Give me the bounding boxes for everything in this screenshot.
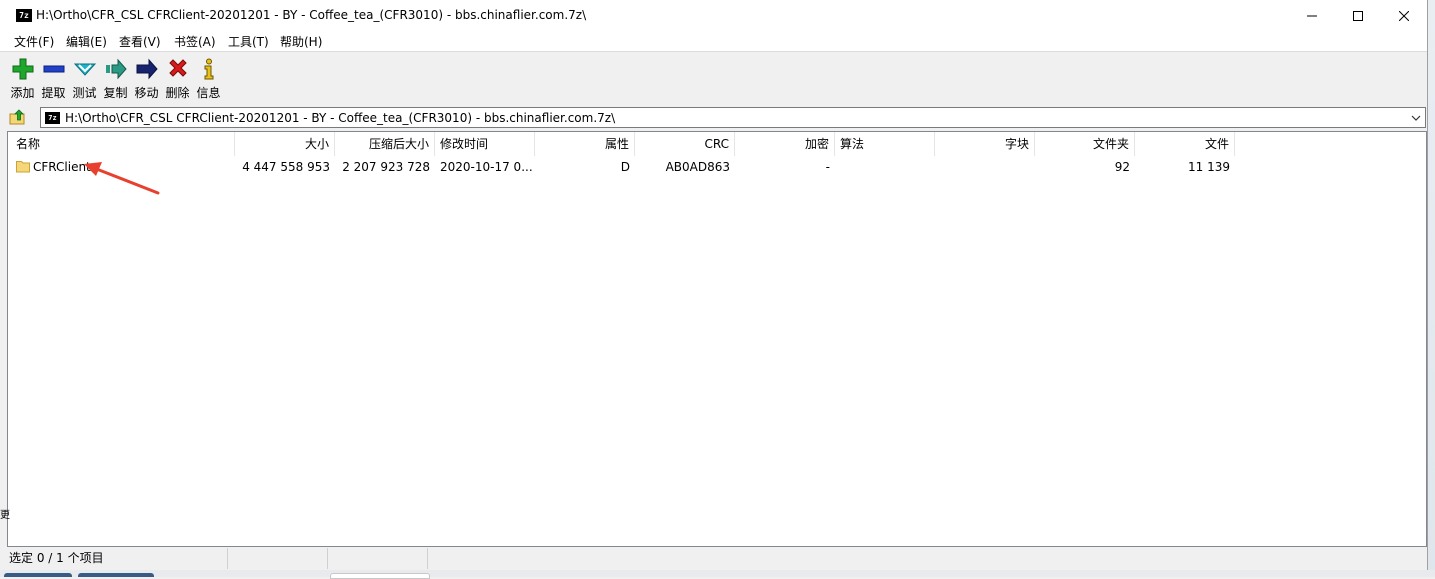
copy-label: 复制 — [103, 86, 128, 100]
plus-icon — [12, 58, 33, 80]
copy-arrow-icon — [105, 58, 127, 80]
menu-view[interactable]: 查看(V) — [119, 33, 161, 50]
status-size — [228, 548, 328, 569]
check-chevron-icon — [73, 63, 96, 76]
taskbar-fragment — [0, 570, 1435, 579]
7zip-window: 7z H:\Ortho\CFR_CSL CFRClient-20201201 -… — [0, 0, 1428, 577]
toolbar: 添加 提取 测试 复制 移动 删除 信息 — [0, 51, 1427, 104]
col-packed-size[interactable]: 压缩后大小 — [335, 132, 435, 156]
col-size[interactable]: 大小 — [235, 132, 335, 156]
cell-size: 4 447 558 953 — [242, 160, 330, 174]
minimize-button[interactable] — [1289, 0, 1335, 31]
cell-folders: 92 — [1114, 160, 1130, 174]
status-packed — [328, 548, 428, 569]
archive-icon: 7z — [45, 112, 60, 124]
cell-encrypted: - — [825, 160, 830, 174]
cell-method — [835, 157, 935, 177]
status-selection: 选定 0 / 1 个项目 — [0, 548, 228, 569]
add-label: 添加 — [10, 86, 35, 100]
col-files[interactable]: 文件 — [1135, 132, 1235, 156]
move-button[interactable]: 移动 — [131, 56, 162, 100]
info-button[interactable]: 信息 — [193, 56, 224, 100]
cell-files: 11 139 — [1188, 160, 1230, 174]
maximize-icon — [1353, 10, 1363, 21]
col-crc[interactable]: CRC — [635, 132, 735, 156]
menu-help[interactable]: 帮助(H) — [280, 33, 322, 50]
close-button[interactable] — [1381, 0, 1427, 31]
7zip-app-icon: 7z — [16, 9, 32, 22]
path-combobox[interactable]: 7z H:\Ortho\CFR_CSL CFRClient-20201201 -… — [40, 107, 1426, 128]
menu-tools[interactable]: 工具(T) — [228, 33, 269, 50]
status-extra — [428, 548, 528, 569]
cell-block — [935, 157, 1035, 177]
taskbar-item[interactable] — [4, 573, 72, 577]
up-folder-button[interactable] — [9, 108, 31, 130]
status-bar: 选定 0 / 1 个项目 — [0, 548, 1427, 569]
delete-button[interactable]: 删除 — [162, 56, 193, 100]
col-block[interactable]: 字块 — [935, 132, 1035, 156]
path-dropdown-button[interactable] — [1409, 110, 1423, 125]
table-row[interactable]: CFRClient 4 447 558 953 2 207 923 728 20… — [8, 157, 1426, 177]
close-icon — [1399, 10, 1409, 21]
menu-bookmarks[interactable]: 书签(A) — [174, 33, 216, 50]
add-button[interactable]: 添加 — [7, 56, 38, 100]
column-header: 名称 大小 压缩后大小 修改时间 属性 CRC 加密 算法 字块 文件夹 文件 — [8, 132, 1426, 156]
chevron-down-icon — [1411, 115, 1421, 121]
move-arrow-icon — [136, 58, 158, 80]
edge-glyph: 更 — [0, 510, 10, 521]
test-button[interactable]: 测试 — [69, 56, 100, 100]
taskbar-item[interactable] — [78, 573, 154, 577]
cell-modified: 2020-10-17 0... — [440, 160, 533, 174]
extract-button[interactable]: 提取 — [38, 56, 69, 100]
test-label: 测试 — [72, 86, 97, 100]
address-bar: 7z H:\Ortho\CFR_CSL CFRClient-20201201 -… — [0, 105, 1427, 130]
col-folders[interactable]: 文件夹 — [1035, 132, 1135, 156]
col-name[interactable]: 名称 — [8, 132, 235, 156]
copy-button[interactable]: 复制 — [100, 56, 131, 100]
move-label: 移动 — [134, 86, 159, 100]
up-folder-icon — [9, 109, 25, 125]
col-encrypted[interactable]: 加密 — [735, 132, 835, 156]
menu-edit[interactable]: 编辑(E) — [66, 33, 107, 50]
cell-packed-size: 2 207 923 728 — [342, 160, 430, 174]
delete-label: 删除 — [165, 86, 190, 100]
col-modified[interactable]: 修改时间 — [435, 132, 535, 156]
desktop-edge — [1428, 0, 1435, 577]
info-icon — [204, 58, 213, 80]
path-text: H:\Ortho\CFR_CSL CFRClient-20201201 - BY… — [65, 111, 616, 125]
delete-x-icon — [168, 59, 187, 77]
cell-attributes: D — [620, 160, 630, 174]
col-attributes[interactable]: 属性 — [535, 132, 635, 156]
minus-icon — [43, 65, 64, 73]
window-title: H:\Ortho\CFR_CSL CFRClient-20201201 - BY… — [36, 8, 587, 22]
file-list[interactable]: 名称 大小 压缩后大小 修改时间 属性 CRC 加密 算法 字块 文件夹 文件 … — [7, 131, 1427, 547]
maximize-button[interactable] — [1335, 0, 1381, 31]
col-method[interactable]: 算法 — [835, 132, 935, 156]
taskbar-item[interactable] — [330, 573, 430, 579]
cell-crc: AB0AD863 — [665, 160, 730, 174]
extract-label: 提取 — [41, 86, 66, 100]
menu-file[interactable]: 文件(F) — [14, 33, 54, 50]
minimize-icon — [1307, 15, 1317, 16]
annotation-arrow — [84, 162, 160, 195]
menu-bar: 文件(F) 编辑(E) 查看(V) 书签(A) 工具(T) 帮助(H) — [0, 31, 1427, 51]
title-bar: 7z H:\Ortho\CFR_CSL CFRClient-20201201 -… — [0, 0, 1427, 31]
info-label: 信息 — [196, 86, 221, 100]
